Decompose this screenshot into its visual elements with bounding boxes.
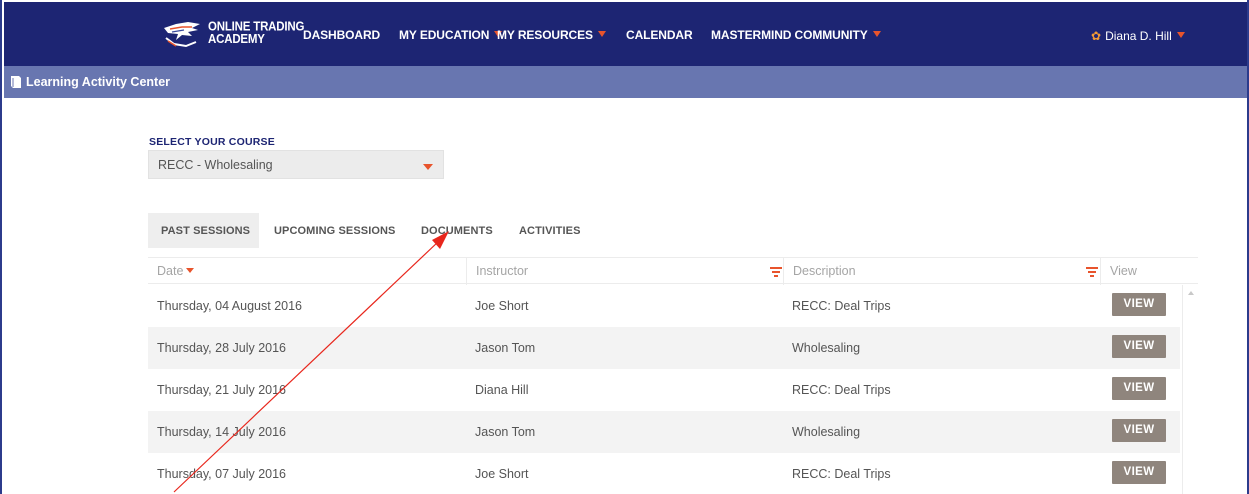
nav-my-resources[interactable]: MY RESOURCES — [497, 28, 606, 42]
nav-mastermind-community-label: MASTERMIND COMMUNITY — [711, 28, 868, 42]
cell-date: Thursday, 04 August 2016 — [157, 299, 303, 313]
tab-upcoming-sessions[interactable]: UPCOMING SESSIONS — [274, 213, 396, 248]
nav-dashboard-label: DASHBOARD — [303, 28, 381, 42]
column-header-instructor[interactable]: Instructor — [466, 258, 783, 285]
course-select-value: RECC - Wholesaling — [158, 158, 273, 172]
cell-date: Thursday, 28 July 2016 — [157, 341, 287, 355]
eagle-logo-icon — [164, 22, 200, 48]
nav-my-education-label: MY EDUCATION — [399, 28, 490, 42]
column-header-description-label: Description — [793, 264, 856, 278]
cell-date: Thursday, 14 July 2016 — [157, 425, 287, 439]
course-select[interactable]: RECC - Wholesaling — [148, 150, 444, 179]
column-header-view-label: View — [1110, 264, 1137, 278]
user-menu[interactable]: ✿ Diana D. Hill — [1091, 29, 1185, 43]
chevron-down-icon — [597, 31, 606, 37]
page-title: Learning Activity Center — [26, 75, 171, 89]
filter-icon[interactable] — [1086, 267, 1098, 277]
table-row: Thursday, 28 July 2016 Jason Tom Wholesa… — [148, 327, 1180, 369]
cell-description: Wholesaling — [792, 425, 861, 439]
filter-icon[interactable] — [770, 267, 782, 277]
cell-instructor: Jason Tom — [475, 341, 536, 355]
table-row: Thursday, 07 July 2016 Joe Short RECC: D… — [148, 453, 1180, 494]
brand-logo[interactable]: ONLINE TRADING ACADEMY — [162, 16, 304, 52]
tab-activities-label: ACTIVITIES — [519, 225, 581, 237]
user-name: Diana D. Hill — [1105, 29, 1172, 43]
column-header-instructor-label: Instructor — [476, 264, 529, 278]
cell-date: Thursday, 21 July 2016 — [157, 383, 287, 397]
top-navigation: ONLINE TRADING ACADEMY DASHBOARD MY EDUC… — [4, 2, 1247, 66]
table-row: Thursday, 04 August 2016 Joe Short RECC:… — [148, 285, 1180, 327]
tab-past-sessions[interactable]: PAST SESSIONS — [148, 213, 259, 248]
column-header-date-label: Date — [157, 264, 184, 278]
chevron-down-icon — [1176, 32, 1185, 38]
sessions-table: Date Instructor Description View Thursda… — [148, 257, 1198, 494]
cell-instructor: Diana Hill — [475, 383, 529, 397]
chevron-down-icon — [872, 31, 881, 37]
nav-calendar-label: CALENDAR — [626, 28, 693, 42]
section-header: Learning Activity Center — [4, 66, 1247, 98]
tab-documents-label: DOCUMENTS — [421, 225, 493, 237]
view-button[interactable]: VIEW — [1112, 293, 1166, 316]
view-button[interactable]: VIEW — [1112, 335, 1166, 358]
view-button[interactable]: VIEW — [1112, 461, 1166, 484]
nav-calendar[interactable]: CALENDAR — [626, 28, 693, 42]
book-icon — [11, 76, 21, 88]
column-header-description[interactable]: Description — [783, 258, 1100, 285]
nav-mastermind-community[interactable]: MASTERMIND COMMUNITY — [711, 28, 881, 42]
tab-past-sessions-label: PAST SESSIONS — [161, 225, 251, 237]
gear-icon: ✿ — [1091, 29, 1102, 43]
app-window: ONLINE TRADING ACADEMY DASHBOARD MY EDUC… — [0, 0, 1249, 494]
cell-instructor: Joe Short — [475, 467, 529, 481]
tab-activities[interactable]: ACTIVITIES — [519, 213, 581, 248]
table-scrollbar[interactable] — [1182, 285, 1198, 494]
nav-my-resources-label: MY RESOURCES — [497, 28, 593, 42]
nav-dashboard[interactable]: DASHBOARD — [303, 28, 380, 42]
view-button[interactable]: VIEW — [1112, 419, 1166, 442]
chevron-down-icon — [423, 164, 433, 170]
table-row: Thursday, 14 July 2016 Jason Tom Wholesa… — [148, 411, 1180, 453]
cell-description: RECC: Deal Trips — [792, 383, 891, 397]
tab-documents[interactable]: DOCUMENTS — [421, 213, 493, 248]
sort-desc-icon — [186, 268, 195, 273]
cell-instructor: Jason Tom — [475, 425, 536, 439]
cell-description: RECC: Deal Trips — [792, 467, 891, 481]
view-button[interactable]: VIEW — [1112, 377, 1166, 400]
logo-line-2: ACADEMY — [208, 32, 265, 47]
tab-upcoming-sessions-label: UPCOMING SESSIONS — [274, 225, 396, 237]
scroll-up-arrow-icon[interactable] — [1188, 291, 1194, 295]
logo-wordmark: ONLINE TRADING ACADEMY — [208, 20, 304, 47]
column-header-date[interactable]: Date — [148, 258, 466, 285]
cell-description: RECC: Deal Trips — [792, 299, 891, 313]
column-header-view: View — [1100, 258, 1180, 285]
cell-date: Thursday, 07 July 2016 — [157, 467, 287, 481]
table-row: Thursday, 21 July 2016 Diana Hill RECC: … — [148, 369, 1180, 411]
cell-instructor: Joe Short — [475, 299, 529, 313]
nav-my-education[interactable]: MY EDUCATION — [399, 28, 503, 42]
cell-description: Wholesaling — [792, 341, 861, 355]
table-header: Date Instructor Description View — [148, 257, 1198, 285]
course-select-label: SELECT YOUR COURSE — [149, 136, 275, 148]
